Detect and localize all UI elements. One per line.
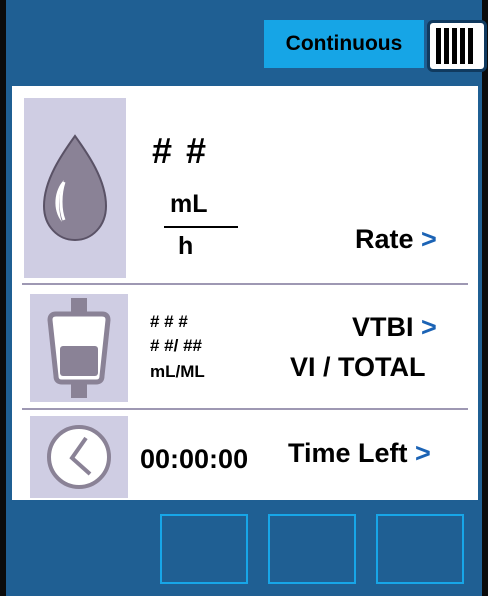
rate-arrow-icon: > xyxy=(421,224,437,254)
vtbi-arrow-icon: > xyxy=(421,312,437,342)
infusion-screen: Continuous # # mL h Rate > # # # # #/ ##… xyxy=(0,0,488,596)
time-left-arrow-icon: > xyxy=(415,438,431,468)
rate-value: # # xyxy=(152,130,209,171)
softkey-2-button[interactable] xyxy=(268,514,356,584)
softkey-3-button[interactable] xyxy=(376,514,464,584)
status-bar: Continuous xyxy=(6,0,487,88)
drop-icon xyxy=(24,98,126,278)
volume-line1: # # # xyxy=(150,312,188,331)
container-icon xyxy=(30,294,128,402)
battery-icon xyxy=(427,20,487,72)
rate-label: Rate xyxy=(355,224,414,254)
softkey-bar xyxy=(6,500,482,596)
vi-total-label: VI / TOTAL xyxy=(290,352,426,382)
softkey-1-button[interactable] xyxy=(160,514,248,584)
vtbi-button[interactable]: VTBI > xyxy=(352,312,437,343)
time-left-button[interactable]: Time Left > xyxy=(288,438,431,469)
vtbi-label: VTBI xyxy=(352,312,414,342)
divider xyxy=(22,283,468,285)
time-left-label: Time Left xyxy=(288,438,408,468)
main-panel: # # mL h Rate > # # # # #/ ## mL/ML VTBI… xyxy=(6,86,482,500)
rate-unit-numerator: mL xyxy=(170,190,208,218)
unit-fraction-line xyxy=(164,226,238,228)
clock-icon xyxy=(30,416,128,498)
divider xyxy=(22,408,468,410)
volume-line2: # #/ ## xyxy=(150,336,202,355)
time-value: 00:00:00 xyxy=(140,444,249,474)
volume-line3: mL/ML xyxy=(150,362,205,381)
mode-badge[interactable]: Continuous xyxy=(264,20,424,68)
rate-button[interactable]: Rate > xyxy=(355,224,437,255)
rate-unit-denominator: h xyxy=(178,232,194,260)
